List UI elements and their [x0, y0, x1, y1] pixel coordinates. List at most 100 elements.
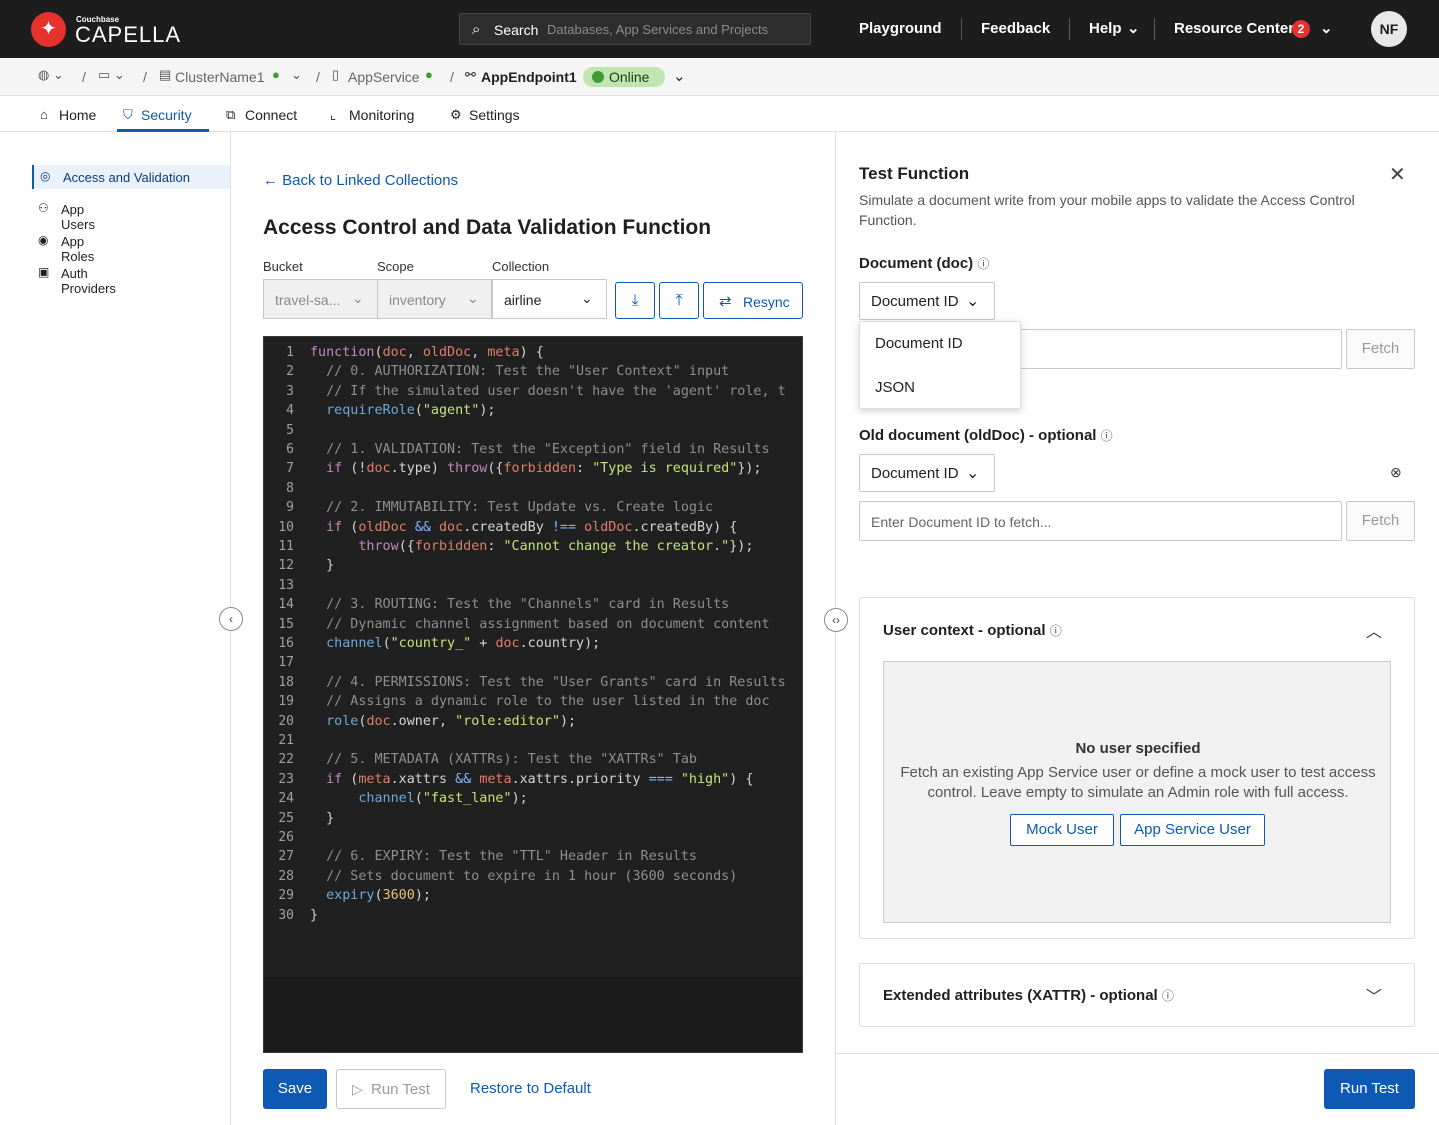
folder-icon[interactable]: ▭ ⌄ — [98, 67, 125, 83]
app-page: ✦ Couchbase CAPELLA ⌕ Search Databases, … — [0, 0, 1439, 1125]
code-editor[interactable]: 1 function(doc, oldDoc, meta) {2 // 0. AU… — [263, 336, 803, 1053]
save-button[interactable]: Save — [263, 1069, 327, 1109]
collection-select[interactable]: airline ⌄ — [492, 279, 607, 319]
scope-select[interactable]: inventory ⌄ — [377, 279, 492, 319]
line-number: 20 — [278, 713, 294, 729]
old-doc-type-select[interactable]: Document ID ⌄ — [859, 454, 995, 492]
run-test-button-disabled[interactable]: ▷ Run Test — [336, 1069, 446, 1109]
info-icon[interactable]: ⓘ — [1101, 429, 1113, 443]
tab-label: Security — [141, 107, 192, 123]
bucket-value: travel-sa... — [275, 292, 341, 308]
breadcrumb-cluster[interactable]: ClusterName1 — [175, 69, 264, 85]
user-context-header[interactable]: User context - optional ⓘ — [883, 622, 1062, 639]
feedback-link[interactable]: Feedback — [981, 20, 1050, 37]
download-button[interactable]: ⤓ — [615, 282, 655, 319]
sidebar-item-label: Auth Providers — [61, 266, 116, 296]
resync-button[interactable]: ⇄ Resync — [703, 282, 803, 319]
chevron-down-icon[interactable]: ⌄ — [291, 67, 302, 83]
tab-connect[interactable]: ⧉ Connect — [218, 96, 310, 132]
line-number: 17 — [278, 655, 294, 671]
tab-home[interactable]: ⌂ Home — [32, 96, 108, 132]
breadcrumb-separator: / — [82, 69, 86, 85]
line-number: 18 — [278, 674, 294, 690]
breadcrumb-separator: / — [143, 69, 147, 85]
badge-icon: ▣ — [38, 265, 50, 279]
info-icon[interactable]: ⓘ — [1050, 624, 1062, 638]
editor-footer — [264, 977, 802, 1052]
line-number: 23 — [278, 771, 294, 787]
sidebar-item-access-and-validation[interactable]: ◎ Access and Validation — [32, 165, 230, 189]
old-doc-label: Old document (oldDoc) - optional ⓘ — [859, 427, 1113, 444]
avatar[interactable]: NF — [1371, 11, 1407, 47]
xattr-label: Extended attributes (XATTR) - optional — [883, 987, 1158, 1004]
check-circle-icon: ● — [425, 67, 433, 82]
resize-panel-icon[interactable]: ‹› — [824, 608, 848, 632]
help-menu[interactable]: Help — [1089, 20, 1122, 37]
playground-link[interactable]: Playground — [859, 20, 942, 37]
restore-default-link[interactable]: Restore to Default — [470, 1080, 591, 1097]
status-text: Online — [609, 69, 650, 85]
xattr-header[interactable]: Extended attributes (XATTR) - optional ⓘ — [883, 987, 1174, 1004]
chevron-up-icon[interactable]: ︿ — [1366, 618, 1382, 642]
line-number: 29 — [278, 888, 294, 904]
xattr-card: Extended attributes (XATTR) - optional ⓘ… — [859, 963, 1415, 1027]
line-number: 16 — [278, 636, 294, 651]
breadcrumb-separator: / — [316, 69, 320, 85]
code-line: if (!doc.type) throw({forbidden: "Type i… — [326, 461, 762, 477]
run-test-button[interactable]: Run Test — [1324, 1069, 1415, 1109]
doc-type-dropdown-menu: Document ID JSON — [859, 321, 1021, 409]
capella-logo-icon[interactable]: ✦ — [31, 12, 66, 47]
home-icon: ⌂ — [40, 107, 48, 122]
chevron-down-icon[interactable]: ﹀ — [1366, 983, 1382, 1007]
nav-divider — [1154, 18, 1155, 40]
mock-user-button[interactable]: Mock User — [1010, 814, 1114, 846]
chevron-down-icon[interactable]: ⌄ — [1320, 19, 1333, 37]
search-input[interactable]: ⌕ Search Databases, App Services and Pro… — [459, 13, 811, 45]
menu-item-json[interactable]: JSON — [875, 379, 915, 396]
sidebar: ◎ Access and Validation ⚇ App Users ◉ App R… — [0, 132, 231, 1125]
breadcrumb: ◍ ⌄ / ▭ ⌄ / ▤ ClusterName1 ● ⌄ / ▯ AppSe… — [0, 58, 1439, 96]
tab-security[interactable]: ⛉ Security — [117, 96, 209, 132]
code-line: channel("country_" + doc.country); — [326, 636, 601, 651]
app-service-user-button[interactable]: App Service User — [1120, 814, 1265, 846]
code-line: } — [310, 558, 335, 574]
tab-monitoring[interactable]: ⌞ Monitoring — [322, 96, 428, 132]
bucket-label: Bucket — [263, 259, 303, 274]
upload-button[interactable]: ⤒ — [659, 282, 699, 319]
back-link[interactable]: ← Back to Linked Collections — [263, 172, 458, 189]
info-icon[interactable]: ⓘ — [977, 257, 989, 271]
code-line: } — [310, 810, 335, 826]
info-icon[interactable]: ⓘ — [1162, 989, 1174, 1003]
fetch-doc-button[interactable]: Fetch — [1346, 329, 1415, 369]
nav-tabs: ⌂ Home ⛉ Security ⧉ Connect ⌞ Monitoring ⚙ Se… — [0, 96, 1439, 132]
scope-label: Scope — [377, 259, 414, 274]
scope-value: inventory — [389, 292, 446, 308]
breadcrumb-app-service[interactable]: AppService — [348, 69, 420, 85]
line-number: 26 — [278, 830, 294, 845]
search-icon: ⌕ — [472, 21, 481, 38]
menu-item-document-id[interactable]: Document ID — [875, 335, 963, 352]
old-doc-label-text: Old document (oldDoc) - optional — [859, 427, 1097, 444]
fetch-old-doc-button[interactable]: Fetch — [1346, 501, 1415, 541]
bucket-select[interactable]: travel-sa... ⌄ — [263, 279, 378, 319]
download-icon: ⤓ — [631, 292, 639, 309]
chevron-down-icon[interactable]: ⌄ — [1127, 19, 1140, 37]
globe-icon[interactable]: ◍ ⌄ — [38, 67, 64, 83]
breadcrumb-endpoint[interactable]: AppEndpoint1 — [481, 69, 577, 85]
tab-settings[interactable]: ⚙ Settings — [443, 96, 533, 132]
online-dot-icon — [592, 71, 604, 83]
code-line: requireRole("agent"); — [326, 403, 496, 419]
line-number: 6 — [286, 442, 294, 457]
old-doc-id-input[interactable]: Enter Document ID to fetch... — [859, 501, 1342, 541]
nav-divider — [961, 18, 962, 40]
line-number: 2 — [286, 364, 294, 380]
check-circle-icon: ● — [272, 67, 280, 82]
collapse-sidebar-icon[interactable]: ‹ — [219, 607, 243, 631]
resource-center-menu[interactable]: Resource Center — [1174, 20, 1294, 37]
doc-type-select[interactable]: Document ID ⌄ — [859, 282, 995, 320]
chevron-down-icon[interactable]: ⌄ — [673, 67, 686, 85]
line-number: 21 — [278, 733, 294, 748]
line-number: 14 — [278, 597, 294, 613]
close-icon[interactable]: ✕ — [1389, 162, 1406, 187]
clear-icon[interactable]: ⊗ — [1390, 464, 1402, 481]
